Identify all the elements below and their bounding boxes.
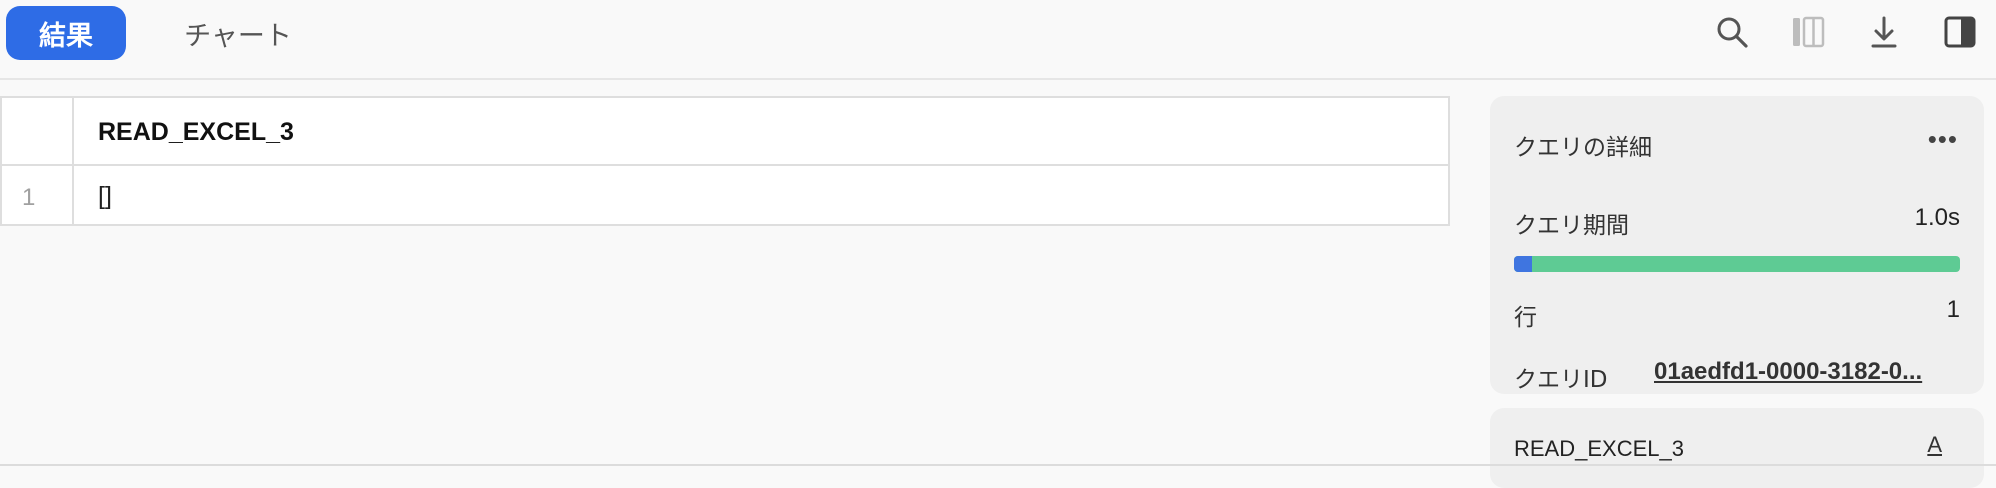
query-details-panel: クエリの詳細 ••• クエリ期間 1.0s 行 1 クエリID 01aedfd1… [1490, 96, 1984, 394]
query-id-link[interactable]: 01aedfd1-0000-3182-0... [1654, 358, 1964, 386]
query-details-title: クエリの詳細 [1514, 135, 1652, 161]
search-icon [1717, 17, 1748, 48]
download-button[interactable] [1862, 10, 1906, 54]
results-toolbar: 結果 チャート [0, 0, 1996, 80]
split-panel-icon [1944, 16, 1976, 48]
download-icon [1871, 16, 1897, 48]
row-number: 1 [22, 184, 36, 211]
split-panel-button[interactable] [1938, 10, 1982, 54]
more-options-icon[interactable]: ••• [1928, 124, 1958, 155]
query-duration-value: 1.0s [1914, 204, 1960, 231]
column-header-read-excel-3[interactable]: READ_EXCEL_3 [98, 118, 294, 147]
columns-button[interactable] [1786, 10, 1830, 54]
columns-icon [1793, 16, 1825, 48]
rows-label: 行 [1514, 305, 1537, 331]
column-type-icon[interactable]: A [1927, 432, 1942, 458]
query-id-label: クエリID [1514, 367, 1608, 393]
results-grid: READ_EXCEL_3 1 [] [0, 96, 1450, 226]
column-stats-name: READ_EXCEL_3 [1514, 436, 1684, 461]
grid-cell[interactable]: [] [98, 182, 112, 211]
search-button[interactable] [1710, 10, 1754, 54]
query-duration-label: クエリ期間 [1514, 213, 1629, 239]
tab-results[interactable]: 結果 [6, 6, 126, 60]
bottom-divider [0, 464, 1996, 466]
tab-chart[interactable]: チャート [168, 6, 308, 60]
query-duration-bar [1514, 256, 1960, 272]
row-number-separator [72, 98, 74, 224]
column-stats-panel: READ_EXCEL_3 A [1490, 408, 1984, 488]
compile-time-segment [1514, 256, 1532, 272]
rows-value: 1 [1946, 296, 1960, 323]
